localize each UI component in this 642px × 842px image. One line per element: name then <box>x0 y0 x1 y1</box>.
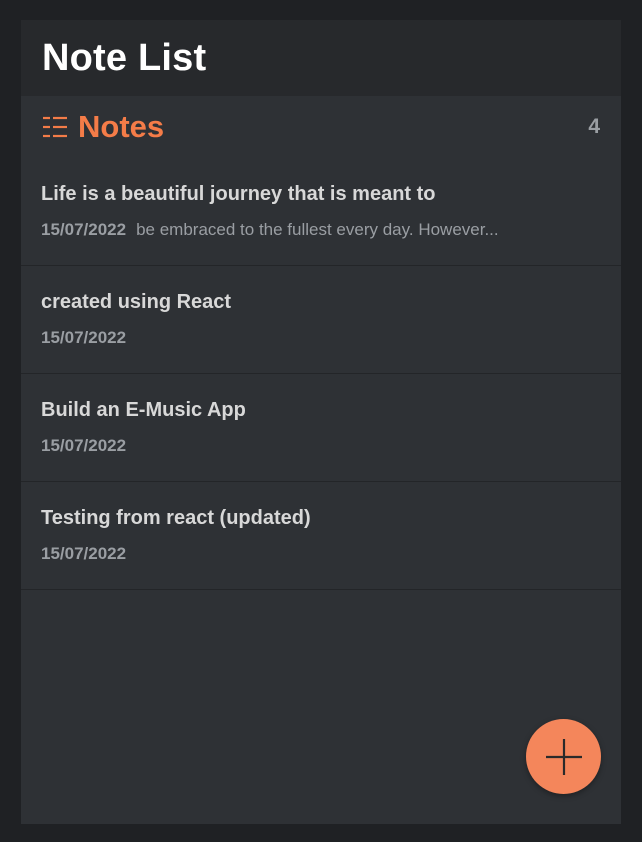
note-date: 15/07/2022 <box>41 544 127 563</box>
list-icon <box>42 115 68 139</box>
note-title: Life is a beautiful journey that is mean… <box>41 183 436 205</box>
note-title: created using React <box>41 291 232 313</box>
notes-count: 4 <box>588 115 600 138</box>
notes-heading: Notes <box>42 109 164 145</box>
note-item[interactable]: Build an E-Music App 15/07/2022 <box>21 374 621 482</box>
note-date: 15/07/2022 <box>41 436 127 455</box>
note-item[interactable]: created using React 15/07/2022 <box>21 266 621 374</box>
note-preview: be embraced to the fullest every day. Ho… <box>136 220 499 239</box>
note-item[interactable]: Testing from react (updated) 15/07/2022 <box>21 482 621 590</box>
note-title: Build an E-Music App <box>41 399 246 421</box>
app-header: Note List <box>21 20 621 96</box>
plus-icon <box>544 737 584 777</box>
add-note-button[interactable] <box>526 719 601 794</box>
note-meta: 15/07/2022 <box>41 542 601 566</box>
notes-header: Notes 4 <box>21 96 621 158</box>
note-meta: 15/07/2022 <box>41 326 601 350</box>
notes-heading-label: Notes <box>78 109 165 144</box>
note-item[interactable]: Life is a beautiful journey that is mean… <box>21 158 621 266</box>
note-date: 15/07/2022 <box>41 328 127 347</box>
note-meta: 15/07/2022 <box>41 434 601 458</box>
note-meta: 15/07/2022 be embraced to the fullest ev… <box>41 218 601 242</box>
note-date: 15/07/2022 <box>41 220 127 239</box>
note-title: Testing from react (updated) <box>41 507 311 529</box>
note-list: Life is a beautiful journey that is mean… <box>21 158 621 590</box>
notes-app: Note List Notes 4 Life is a beautiful jo… <box>21 20 621 824</box>
page-title: Note List <box>42 36 207 79</box>
